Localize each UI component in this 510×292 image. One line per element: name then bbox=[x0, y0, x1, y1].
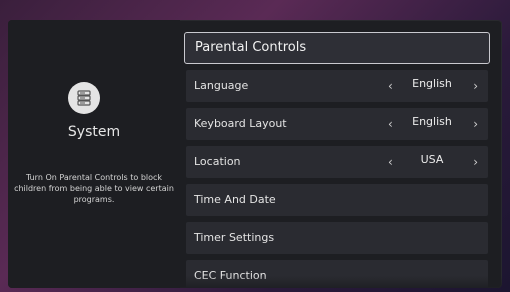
menu-item-keyboard-layout[interactable]: Keyboard Layout ‹ English › bbox=[186, 108, 488, 140]
menu-item-location[interactable]: Location ‹ USA › bbox=[186, 146, 488, 178]
menu-item-timer-settings[interactable]: Timer Settings bbox=[186, 222, 488, 254]
system-title: System bbox=[67, 124, 121, 140]
system-description: Turn On Parental Controls to block child… bbox=[14, 173, 174, 204]
server-icon bbox=[68, 82, 100, 114]
menu-item-label: Location bbox=[194, 155, 241, 168]
chevron-right-icon[interactable]: › bbox=[473, 108, 478, 140]
location-value: USA bbox=[420, 153, 444, 166]
location-selector[interactable]: ‹ USA › bbox=[382, 146, 482, 178]
menu-item-label: Timer Settings bbox=[194, 231, 275, 244]
settings-screen: System Turn On Parental Controls to bloc… bbox=[8, 20, 502, 288]
keyboard-layout-value: English bbox=[412, 115, 452, 128]
language-value: English bbox=[412, 77, 452, 90]
menu-item-label: Keyboard Layout bbox=[194, 117, 287, 130]
menu-item-parental-controls[interactable]: Parental Controls bbox=[184, 32, 490, 64]
menu-item-label: Language bbox=[194, 79, 249, 92]
chevron-right-icon[interactable]: › bbox=[473, 70, 478, 102]
menu-item-label: Time And Date bbox=[194, 193, 276, 206]
chevron-left-icon[interactable]: ‹ bbox=[388, 70, 393, 102]
menu-item-time-and-date[interactable]: Time And Date bbox=[186, 184, 488, 216]
chevron-left-icon[interactable]: ‹ bbox=[388, 146, 393, 178]
scroll-fade bbox=[180, 276, 502, 288]
chevron-left-icon[interactable]: ‹ bbox=[388, 108, 393, 140]
chevron-right-icon[interactable]: › bbox=[473, 146, 478, 178]
menu-item-language[interactable]: Language ‹ English › bbox=[186, 70, 488, 102]
settings-menu: Parental Controls Language ‹ English › K… bbox=[180, 20, 502, 288]
keyboard-layout-selector[interactable]: ‹ English › bbox=[382, 108, 482, 140]
language-selector[interactable]: ‹ English › bbox=[382, 70, 482, 102]
system-info-panel: System Turn On Parental Controls to bloc… bbox=[8, 20, 180, 288]
